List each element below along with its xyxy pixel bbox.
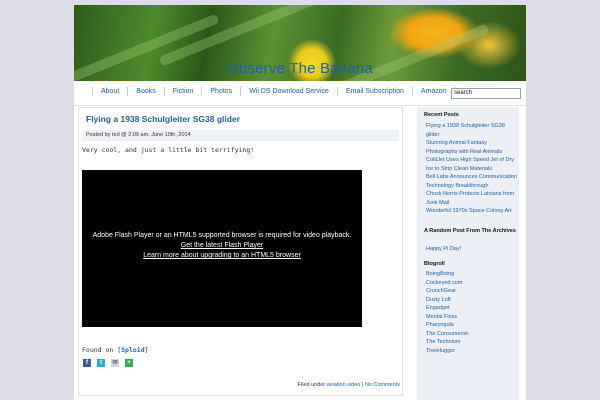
blogroll-link[interactable]: BoingBoing <box>426 270 518 279</box>
blogroll-link[interactable]: The Technium <box>426 338 518 347</box>
blogroll-link[interactable]: TreeHugger <box>426 347 518 356</box>
nav-item-wii-ds-download[interactable]: Wii DS Download Service <box>240 87 337 96</box>
nav-item-email-subscription[interactable]: Email Subscription <box>336 87 412 96</box>
blogroll-heading: Blogroll <box>424 261 445 267</box>
recent-posts-heading: Recent Posts <box>424 112 459 118</box>
nav-item-photos[interactable]: Photos <box>201 87 240 96</box>
share-buttons: f t ✉ + <box>83 359 133 367</box>
post-footer: Filed under aviation,video | No Comments <box>298 382 400 388</box>
recent-post-link[interactable]: Flying a 1938 Schulgleiter SG38 glider <box>426 122 518 139</box>
blogroll-link[interactable]: CrunchGear <box>426 287 518 296</box>
post-meta: Posted by ted @ 2:09 am, June 10th, 2014 <box>82 130 399 141</box>
post-body: Very cool, and just a little bit terrify… <box>82 146 255 154</box>
recent-post-link[interactable]: Chuck Norris Protects Latvians from Junk… <box>426 190 518 207</box>
blogroll-link[interactable]: Engadget <box>426 304 518 313</box>
post: Flying a 1938 Schulgleiter SG38 glider P… <box>78 107 403 396</box>
filed-under-label: Filed under <box>297 382 327 388</box>
random-post-heading: A Random Post From The Archives <box>424 228 516 234</box>
random-post-list: Happy Pi Day! <box>426 245 518 254</box>
search-input[interactable]: search <box>451 88 521 99</box>
recent-post-link[interactable]: Bell Labs Announces Communication Techno… <box>426 173 518 190</box>
blogroll-link[interactable]: The Consumerist <box>426 330 518 339</box>
found-on-line: Found on [Sploid] <box>82 346 149 354</box>
facebook-icon[interactable]: f <box>83 359 91 367</box>
site-title[interactable]: Observe The Banana <box>74 60 526 77</box>
blogroll-link[interactable]: Pharyngula <box>426 321 518 330</box>
twitter-icon[interactable]: t <box>97 359 105 367</box>
category-links[interactable]: aviation,video <box>327 382 361 388</box>
random-post-link[interactable]: Happy Pi Day! <box>426 245 518 254</box>
nav-item-fiction[interactable]: Fiction <box>163 87 202 96</box>
found-on-source-link[interactable]: Sploid <box>121 346 144 354</box>
blogroll-link[interactable]: Cockeyed.com <box>426 279 518 288</box>
nav-item-books[interactable]: Books <box>127 87 163 96</box>
video-unsupported-message: Adobe Flash Player or an HTML5 supported… <box>92 232 352 239</box>
blogroll-list: BoingBoing Cockeyed.com CrunchGear Dusty… <box>426 270 518 355</box>
blogroll-link[interactable]: Mental Floss <box>426 313 518 322</box>
header-banner: Observe The Banana <box>74 5 526 81</box>
recent-post-link[interactable]: Wonderful 1970s Space Colony Art <box>426 207 518 216</box>
sidebar: Recent Posts Flying a 1938 Schulgleiter … <box>417 107 519 400</box>
email-icon[interactable]: ✉ <box>111 359 119 367</box>
html5-upgrade-link[interactable]: Learn more about upgrading to an HTML5 b… <box>82 251 362 261</box>
found-on-prefix: Found on [ <box>82 346 122 354</box>
share-icon[interactable]: + <box>125 359 133 367</box>
nav-item-about[interactable]: About <box>92 87 127 96</box>
comments-link[interactable]: No Comments <box>365 382 400 388</box>
flash-player-link[interactable]: Get the latest Flash Player <box>82 241 362 251</box>
nav-item-amazon[interactable]: Amazon <box>411 87 456 96</box>
post-title[interactable]: Flying a 1938 Schulgleiter SG38 glider <box>86 114 240 124</box>
recent-posts-list: Flying a 1938 Schulgleiter SG38 glider S… <box>426 122 518 216</box>
blogroll-link[interactable]: Dusty Loft <box>426 296 518 305</box>
recent-post-link[interactable]: Stunning Animal Fantasy Photographs with… <box>426 139 518 156</box>
found-on-suffix: ] <box>144 346 149 354</box>
recent-post-link[interactable]: ColdJet Uses High Speed Jet of Dry Ice t… <box>426 156 518 173</box>
video-player[interactable]: Adobe Flash Player or an HTML5 supported… <box>82 170 362 327</box>
page-container: Observe The Banana About Books Fiction P… <box>74 5 526 400</box>
